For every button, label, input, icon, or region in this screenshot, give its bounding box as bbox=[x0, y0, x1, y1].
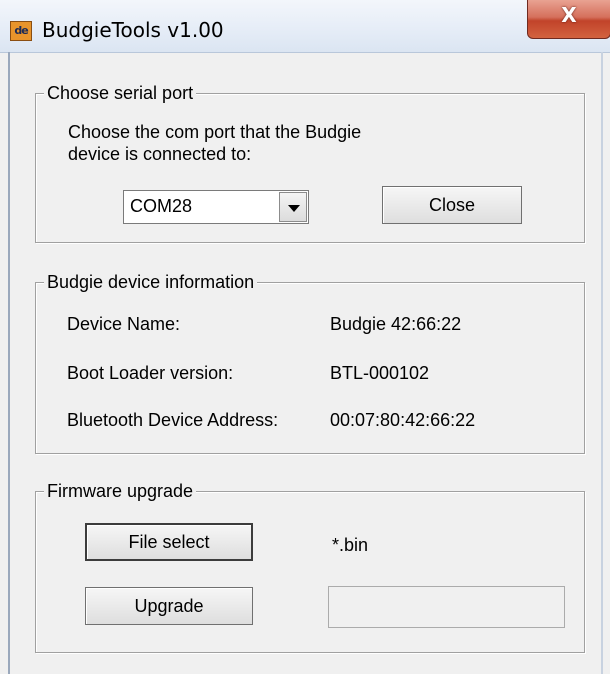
bluetooth-address-value: 00:07:80:42:66:22 bbox=[330, 410, 476, 430]
firmware-upgrade-group: Firmware upgrade File select *.bin Upgra… bbox=[35, 480, 585, 653]
close-port-button[interactable]: Close bbox=[382, 186, 522, 224]
serial-port-group: Choose serial port Choose the com port t… bbox=[35, 82, 585, 243]
com-port-instruction-line2: device is connected to: bbox=[68, 144, 252, 164]
device-name-label: Device Name: bbox=[67, 314, 181, 334]
bootloader-version-value: BTL-000102 bbox=[330, 363, 430, 383]
device-info-group: Budgie device information Device Name: B… bbox=[35, 271, 585, 454]
close-port-button-label: Close bbox=[428, 195, 476, 215]
file-filter-text: *.bin bbox=[332, 535, 369, 555]
bootloader-version-label: Boot Loader version: bbox=[67, 363, 234, 383]
upgrade-button-label: Upgrade bbox=[134, 596, 204, 616]
file-select-button[interactable]: File select bbox=[85, 523, 253, 561]
serial-port-group-label: Choose serial port bbox=[44, 82, 197, 104]
device-name-value: Budgie 42:66:22 bbox=[330, 314, 462, 334]
firmware-upgrade-group-label: Firmware upgrade bbox=[44, 480, 197, 502]
upgrade-button[interactable]: Upgrade bbox=[85, 587, 253, 625]
bluetooth-address-label: Bluetooth Device Address: bbox=[67, 410, 279, 430]
file-select-button-label: File select bbox=[128, 532, 210, 552]
chevron-down-icon[interactable] bbox=[279, 192, 307, 222]
budgietools-window: de BudgieTools v1.00 X Choose serial por… bbox=[0, 0, 610, 674]
com-port-select[interactable]: COM28 bbox=[123, 190, 309, 224]
window-close-button[interactable]: X bbox=[527, 0, 610, 39]
close-icon: X bbox=[561, 3, 577, 27]
com-port-instruction-line1: Choose the com port that the Budgie bbox=[68, 122, 362, 142]
device-info-group-label: Budgie device information bbox=[44, 271, 258, 293]
upgrade-status-field bbox=[328, 586, 565, 628]
window-title: BudgieTools v1.00 bbox=[42, 18, 224, 42]
com-port-selected-value: COM28 bbox=[130, 196, 193, 216]
title-bar[interactable]: de BudgieTools v1.00 X bbox=[0, 0, 610, 53]
window-frame-left bbox=[8, 52, 10, 674]
window-frame-right bbox=[601, 52, 603, 674]
app-logo-icon[interactable]: de bbox=[10, 21, 32, 41]
